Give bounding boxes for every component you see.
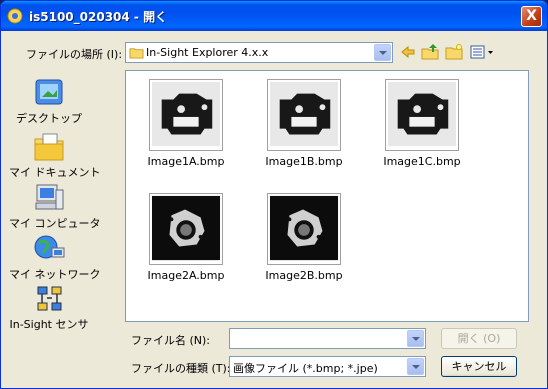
file-item[interactable]: Image1C.bmp	[372, 79, 472, 168]
back-icon[interactable]	[399, 43, 417, 61]
place-my-computer[interactable]: マイ コンピュータ	[9, 182, 101, 231]
file-item[interactable]: Image2A.bmp	[136, 193, 236, 282]
place-label: マイ ネットワーク	[9, 268, 101, 281]
view-menu-icon[interactable]	[469, 43, 495, 61]
file-name: Image1A.bmp	[147, 155, 225, 168]
app-icon	[7, 8, 23, 24]
place-in-sight-sensor[interactable]: In-Sight センサ	[9, 283, 89, 332]
file-item[interactable]: Image1A.bmp	[136, 79, 236, 168]
chevron-down-icon[interactable]	[374, 44, 391, 61]
places-bar: デスクトップ マイ ドキュメント マイ コンピュータ マイ ネットワーク In-…	[9, 71, 101, 332]
in-sight-sensor-icon	[37, 286, 62, 311]
place-desktop[interactable]: デスクトップ	[9, 77, 89, 126]
file-name: Image2A.bmp	[147, 269, 225, 282]
place-label: マイ コンピュータ	[9, 217, 101, 230]
thumbnail-light	[149, 79, 223, 151]
cancel-button[interactable]: キャンセル	[441, 356, 517, 377]
thumbnail-dark	[149, 193, 223, 265]
filetype-value: 画像ファイル (*.bmp; *.jpe)	[233, 362, 378, 375]
thumbnail-light	[267, 79, 341, 151]
open-button[interactable]: 開く (O)	[441, 328, 517, 349]
folder-icon	[129, 48, 144, 59]
place-my-network[interactable]: マイ ネットワーク	[9, 233, 101, 282]
look-in-combo[interactable]: In-Sight Explorer 4.x.x	[125, 42, 393, 63]
file-list[interactable]: Image1A.bmp Image1B.bmp Image1C.bmp Imag…	[125, 70, 529, 322]
thumbnail-dark	[267, 193, 341, 265]
file-item[interactable]: Image2B.bmp	[254, 193, 354, 282]
look-in-label: ファイルの場所 (I):	[26, 48, 123, 61]
desktop-icon	[35, 79, 63, 105]
file-item[interactable]: Image1B.bmp	[254, 79, 354, 168]
place-label: デスクトップ	[16, 112, 82, 125]
chevron-down-icon[interactable]	[407, 330, 424, 347]
title-bar[interactable]: is5100_020304 - 開く X	[1, 1, 547, 31]
place-label: In-Sight センサ	[9, 318, 89, 331]
chevron-down-icon[interactable]	[407, 358, 424, 375]
filename-input[interactable]	[229, 328, 426, 349]
place-my-documents[interactable]: マイ ドキュメント	[9, 131, 101, 180]
my-computer-icon	[35, 184, 64, 210]
thumbnail-light	[385, 79, 459, 151]
up-folder-icon[interactable]	[421, 43, 439, 61]
place-label: マイ ドキュメント	[9, 166, 101, 179]
open-file-dialog: is5100_020304 - 開く X ファイルの場所 (I): In-Sig…	[0, 0, 548, 389]
filename-label: ファイル名 (N):	[131, 334, 211, 347]
file-name: Image2B.bmp	[265, 269, 343, 282]
file-name: Image1C.bmp	[383, 155, 461, 168]
close-button[interactable]: X	[521, 6, 542, 27]
my-network-icon	[34, 235, 65, 259]
look-in-value: In-Sight Explorer 4.x.x	[146, 46, 269, 59]
filetype-label: ファイルの種類 (T):	[131, 362, 231, 375]
my-documents-icon	[34, 133, 64, 161]
file-name: Image1B.bmp	[265, 155, 343, 168]
new-folder-icon[interactable]	[445, 43, 463, 61]
window-title: is5100_020304 - 開く	[29, 10, 168, 24]
filetype-select[interactable]: 画像ファイル (*.bmp; *.jpe)	[229, 356, 426, 377]
